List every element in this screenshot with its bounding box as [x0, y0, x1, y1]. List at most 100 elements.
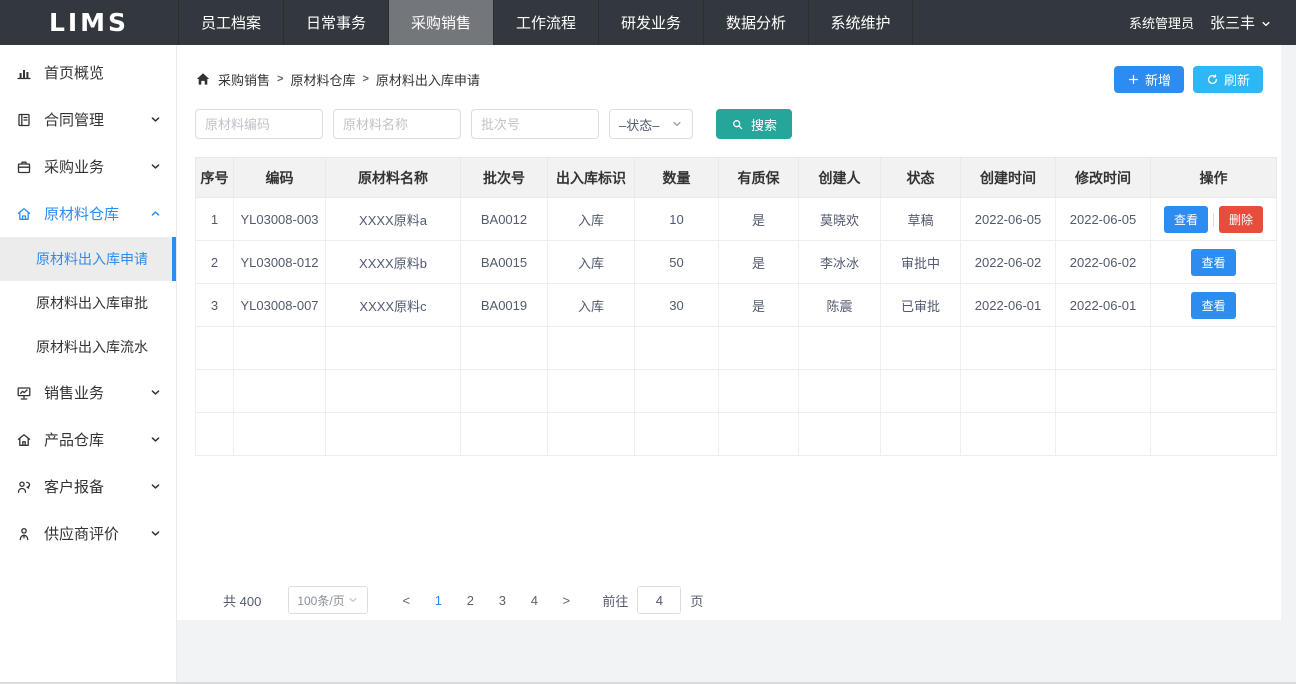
nav-tab[interactable]: 采购销售	[388, 0, 493, 45]
chevron-down-icon	[149, 160, 162, 173]
page-size-select[interactable]: 100条/页	[288, 586, 368, 614]
table-cell: 3	[196, 284, 234, 327]
view-button[interactable]: 查看	[1191, 292, 1235, 319]
sidebar-submenu-item[interactable]: 原材料出入库审批	[0, 281, 176, 325]
table-column-header: 批次号	[461, 158, 548, 198]
table-cell: 审批中	[881, 241, 961, 284]
nav-tab[interactable]: 数据分析	[703, 0, 808, 45]
table-cell: 50	[635, 241, 719, 284]
table-cell: 2022-06-05	[961, 198, 1056, 241]
table-empty-cell	[461, 413, 548, 456]
action-divider	[1213, 213, 1214, 227]
top-navbar: LIMS 员工档案日常事务采购销售工作流程研发业务数据分析系统维护 系统管理员 …	[0, 0, 1296, 45]
chevron-down-icon	[149, 386, 162, 399]
table-column-header: 序号	[196, 158, 234, 198]
sidebar-item-label: 客户报备	[44, 476, 104, 497]
sidebar-submenu-item[interactable]: 原材料出入库申请	[0, 237, 176, 281]
breadcrumb-item[interactable]: 采购销售	[218, 70, 270, 89]
table-cell: 草稿	[881, 198, 961, 241]
add-button[interactable]: 新增	[1114, 66, 1184, 93]
table-empty-cell	[799, 327, 881, 370]
page-number-button[interactable]: 2	[454, 593, 486, 608]
plus-icon	[1127, 73, 1140, 86]
sidebar-item[interactable]: 客户报备	[0, 463, 176, 510]
chevron-down-icon	[149, 527, 162, 540]
data-table: 序号编码原材料名称批次号出入库标识数量有质保创建人状态创建时间修改时间操作 1Y…	[195, 157, 1277, 456]
table-column-header: 有质保	[719, 158, 799, 198]
table-empty-cell	[1151, 327, 1277, 370]
user-menu[interactable]: 张三丰	[1210, 12, 1272, 33]
table-empty-cell	[635, 327, 719, 370]
delete-button[interactable]: 删除	[1219, 206, 1263, 233]
table-cell: 30	[635, 284, 719, 327]
goto-page-input[interactable]	[637, 586, 681, 614]
prev-page-button[interactable]: <	[390, 593, 422, 608]
sidebar-item[interactable]: 产品仓库	[0, 416, 176, 463]
supplier-icon	[16, 525, 33, 542]
nav-tab[interactable]: 研发业务	[598, 0, 703, 45]
material-code-input[interactable]	[195, 109, 323, 139]
sidebar-item[interactable]: 合同管理	[0, 96, 176, 143]
header-buttons: 新增 刷新	[1114, 66, 1277, 93]
view-button[interactable]: 查看	[1164, 206, 1208, 233]
chevron-down-icon	[671, 118, 683, 130]
table-empty-cell	[326, 413, 461, 456]
table-cell: 入库	[548, 284, 635, 327]
breadcrumb-item[interactable]: 原材料仓库	[290, 70, 355, 89]
page-number-button[interactable]: 1	[422, 593, 454, 608]
sidebar-submenu-item[interactable]: 原材料出入库流水	[0, 325, 176, 369]
view-button[interactable]: 查看	[1191, 249, 1235, 276]
table-cell: 2	[196, 241, 234, 284]
sidebar-item[interactable]: 采购业务	[0, 143, 176, 190]
nav-tab[interactable]: 员工档案	[178, 0, 283, 45]
nav-tab[interactable]: 工作流程	[493, 0, 598, 45]
table-empty-cell	[548, 327, 635, 370]
table-cell: BA0012	[461, 198, 548, 241]
table-cell: 陈震	[799, 284, 881, 327]
sidebar-item-label: 首页概览	[44, 62, 104, 83]
table-cell: BA0019	[461, 284, 548, 327]
nav-tab[interactable]: 日常事务	[283, 0, 388, 45]
goto-page: 前往 页	[602, 586, 703, 614]
goto-suffix: 页	[690, 591, 703, 610]
table-empty-cell	[719, 327, 799, 370]
status-select[interactable]: –状态–	[609, 109, 693, 139]
nav-tab[interactable]: 系统维护	[808, 0, 913, 45]
table-empty-cell	[1056, 327, 1151, 370]
refresh-button[interactable]: 刷新	[1193, 66, 1263, 93]
breadcrumb-item[interactable]: 原材料出入库申请	[376, 70, 480, 89]
sidebar-item[interactable]: 供应商评价	[0, 510, 176, 557]
table-empty-row	[196, 413, 1277, 456]
app-logo: LIMS	[49, 8, 129, 37]
sidebar-item-label: 合同管理	[44, 109, 104, 130]
table-empty-cell	[881, 327, 961, 370]
table-cell: YL03008-003	[234, 198, 326, 241]
table-column-header: 状态	[881, 158, 961, 198]
table-cell: 是	[719, 241, 799, 284]
briefcase-icon	[16, 158, 33, 175]
status-select-value: –状态–	[619, 115, 659, 134]
table-empty-cell	[326, 327, 461, 370]
chevron-down-icon	[347, 594, 359, 606]
table-header-row: 序号编码原材料名称批次号出入库标识数量有质保创建人状态创建时间修改时间操作	[196, 158, 1277, 198]
table-empty-cell	[1151, 413, 1277, 456]
page-number-button[interactable]: 4	[518, 593, 550, 608]
table-cell: 是	[719, 284, 799, 327]
search-icon	[731, 118, 744, 131]
search-button[interactable]: 搜索	[716, 109, 792, 139]
warehouse-icon	[16, 205, 33, 222]
batch-no-input[interactable]	[471, 109, 599, 139]
contract-icon	[16, 111, 33, 128]
material-name-input[interactable]	[333, 109, 461, 139]
sidebar-item[interactable]: 原材料仓库	[0, 190, 176, 237]
sidebar-item[interactable]: 销售业务	[0, 369, 176, 416]
table-empty-cell	[548, 370, 635, 413]
page-number-button[interactable]: 3	[486, 593, 518, 608]
page-numbers: 1234	[422, 593, 550, 608]
table-column-header: 编码	[234, 158, 326, 198]
next-page-button[interactable]: >	[550, 593, 582, 608]
filter-bar: –状态– 搜索	[195, 109, 1277, 139]
table-empty-cell	[196, 413, 234, 456]
table-empty-cell	[635, 413, 719, 456]
sidebar-item[interactable]: 首页概览	[0, 49, 176, 96]
